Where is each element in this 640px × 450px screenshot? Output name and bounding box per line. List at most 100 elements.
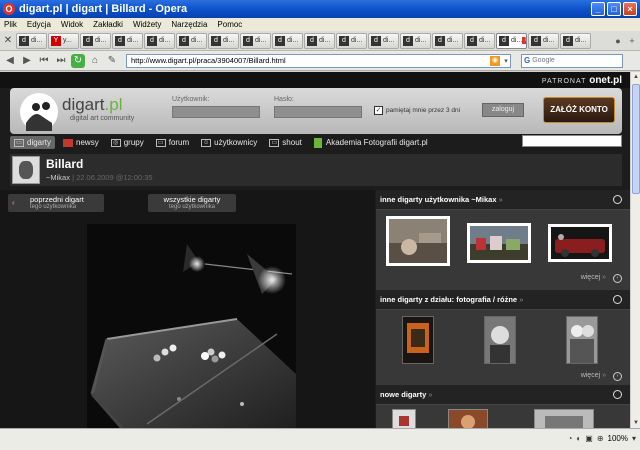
onet-logo[interactable]: onet.pl xyxy=(589,75,622,86)
thumbnail[interactable] xyxy=(448,409,488,428)
nav-akademia[interactable]: Akademia Fotografii digart.pl xyxy=(310,136,432,149)
refresh-icon[interactable] xyxy=(613,390,622,399)
scrollbar-thumb[interactable] xyxy=(632,84,640,194)
tab[interactable]: Yy... xyxy=(48,32,79,49)
more-link[interactable]: więcej » xyxy=(581,274,606,281)
menu-pomoc[interactable]: Pomoc xyxy=(217,20,242,29)
menu-edycja[interactable]: Edycja xyxy=(27,20,51,29)
tab[interactable]: d di... xyxy=(400,32,431,49)
tab[interactable]: d di... xyxy=(208,32,239,49)
nav-grupy[interactable]: ◎ grupy xyxy=(107,136,148,149)
nav-forum[interactable]: ▭ forum xyxy=(152,136,193,149)
more-arrow-icon[interactable]: › xyxy=(613,372,622,381)
tab[interactable]: d di... xyxy=(368,32,399,49)
thumbnail[interactable] xyxy=(386,216,450,266)
tab[interactable]: d di... xyxy=(80,32,111,49)
back-icon[interactable]: ◀ xyxy=(3,54,17,68)
tab[interactable]: d di... xyxy=(112,32,143,49)
thumbnail[interactable] xyxy=(534,409,594,428)
more-label: więcej xyxy=(580,274,601,281)
rewind-icon[interactable]: ⏮ xyxy=(37,54,51,68)
tab[interactable]: d di... xyxy=(304,32,335,49)
url-dropdown-icon[interactable]: ▾ xyxy=(502,57,510,65)
search-input[interactable] xyxy=(532,57,613,64)
edit-icon[interactable]: ✎ xyxy=(105,54,119,68)
thumbnail[interactable] xyxy=(548,224,612,262)
all-digarts-button[interactable]: wszystkie digarty tego użytkownika xyxy=(148,194,236,212)
tab[interactable]: d di... xyxy=(272,32,303,49)
tab-label: di... xyxy=(31,37,43,44)
prev-digart-button[interactable]: ‹ poprzedni digart tego użytkownika xyxy=(8,194,104,212)
maximize-button[interactable]: □ xyxy=(607,2,621,16)
remember-me[interactable]: ✓ pamiętaj mnie przez 3 dni xyxy=(374,106,460,115)
site-search-input[interactable] xyxy=(522,135,622,147)
site-logo[interactable]: digart.pl xyxy=(62,95,123,115)
tab-close-icon[interactable]: ✕ xyxy=(522,37,526,44)
zoom-dropdown-icon[interactable]: ▾ xyxy=(632,434,636,443)
menu-plik[interactable]: Plik xyxy=(4,20,17,29)
vertical-scrollbar[interactable]: ▲ ▼ xyxy=(630,72,640,428)
tools-icon[interactable]: ✕ xyxy=(2,35,14,47)
close-button[interactable]: × xyxy=(623,2,637,16)
tab-active[interactable]: ddi...✕ xyxy=(496,32,527,49)
tab[interactable]: d di... xyxy=(176,32,207,49)
nav-label: shout xyxy=(282,138,302,147)
rss-icon[interactable]: ◉ xyxy=(490,55,500,66)
minimize-button[interactable]: _ xyxy=(591,2,605,16)
tab-menu-icon[interactable]: ● xyxy=(612,35,624,47)
tab[interactable]: d di... xyxy=(240,32,271,49)
image-toggle-icon[interactable]: ▣ xyxy=(585,434,593,443)
tab[interactable]: d di... xyxy=(336,32,367,49)
tab[interactable]: d di... xyxy=(528,32,559,49)
menu-zakladki[interactable]: Zakładki xyxy=(93,20,123,29)
turbo-icon[interactable]: ◔ xyxy=(568,434,573,443)
tab[interactable]: d di... xyxy=(432,32,463,49)
tab[interactable]: d di... xyxy=(560,32,591,49)
author-link[interactable]: ~Mikax xyxy=(46,173,70,182)
zoom-level[interactable]: 100% xyxy=(608,434,628,443)
grupy-icon: ◎ xyxy=(110,138,121,147)
address-bar: ◀ ▶ ⏮ ⏭ ↻ ⌂ ✎ http://www.digart.pl/praca… xyxy=(0,51,640,71)
zoom-icon[interactable]: ⊕ xyxy=(597,434,604,443)
nav-digarty[interactable]: ▭ digarty xyxy=(10,136,56,149)
fast-forward-icon[interactable]: ⏭ xyxy=(54,54,68,68)
menu-widzety[interactable]: Widżety xyxy=(133,20,161,29)
remember-checkbox[interactable]: ✓ xyxy=(374,106,383,115)
tab[interactable]: d di... xyxy=(464,32,495,49)
username-input[interactable] xyxy=(172,106,260,118)
more-arrow-icon[interactable]: › xyxy=(613,274,622,283)
thumbnail[interactable] xyxy=(566,316,598,364)
scroll-down-icon[interactable]: ▼ xyxy=(631,418,640,428)
menu-widok[interactable]: Widok xyxy=(61,20,83,29)
tab-label: di... xyxy=(543,37,555,44)
signup-button[interactable]: ZAŁÓŻ KONTO xyxy=(543,97,615,123)
home-icon[interactable]: ⌂ xyxy=(88,54,102,68)
refresh-icon[interactable] xyxy=(613,295,622,304)
thumbnail[interactable] xyxy=(392,409,416,428)
unite-icon[interactable]: ◐ xyxy=(576,434,581,443)
search-box[interactable]: G xyxy=(521,53,623,68)
forward-icon[interactable]: ▶ xyxy=(20,54,34,68)
reload-icon[interactable]: ↻ xyxy=(71,53,85,68)
new-tab-icon[interactable]: + xyxy=(626,35,638,47)
avatar[interactable] xyxy=(12,156,40,184)
login-button[interactable]: zaloguj xyxy=(482,103,524,117)
tab[interactable]: d di... xyxy=(144,32,175,49)
nav-uzytkownicy[interactable]: ☺ użytkownicy xyxy=(197,136,261,149)
scroll-up-icon[interactable]: ▲ xyxy=(631,72,640,82)
artwork-image[interactable] xyxy=(87,224,296,428)
mascot-icon[interactable] xyxy=(20,93,58,131)
thumbnail[interactable] xyxy=(484,316,516,364)
menu-narzedzia[interactable]: Narzędzia xyxy=(171,20,207,29)
more-link[interactable]: więcej » xyxy=(581,372,606,379)
url-field[interactable]: http://www.digart.pl/praca/3904007/Billa… xyxy=(126,53,511,68)
thumbnail[interactable] xyxy=(402,316,434,364)
all-sublabel: tego użytkownika xyxy=(168,204,216,210)
refresh-icon[interactable] xyxy=(613,195,622,204)
nav-newsy[interactable]: newsy xyxy=(59,136,103,149)
password-input[interactable] xyxy=(274,106,362,118)
nav-shout[interactable]: ▭ shout xyxy=(265,136,306,149)
thumbnail[interactable] xyxy=(467,223,531,263)
tab-label: di... xyxy=(255,37,267,44)
tab[interactable]: d di... xyxy=(16,32,47,49)
